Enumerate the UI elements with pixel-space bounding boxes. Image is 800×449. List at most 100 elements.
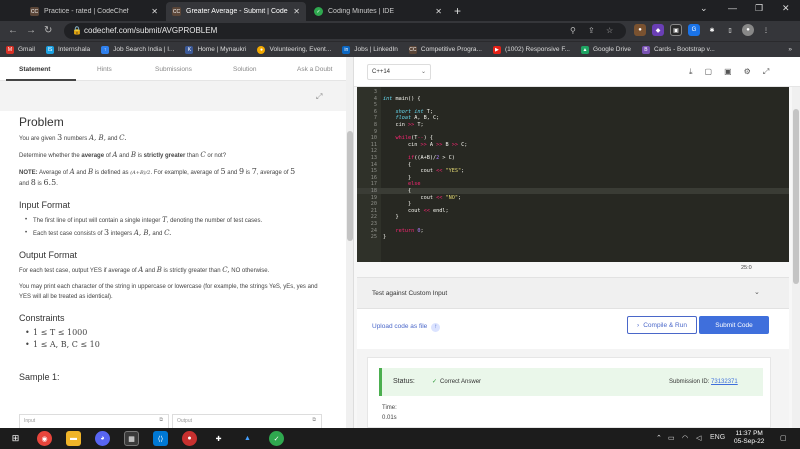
cookie-extension-icon[interactable]: ● — [634, 24, 646, 36]
copy-icon[interactable]: ⧉ — [312, 417, 316, 423]
clock[interactable]: 11:37 PM 05-Sep-22 — [734, 430, 764, 446]
bookmark-volunteering[interactable]: ● Volunteering, Event... — [257, 45, 331, 54]
code-text: cin >> A >> B >> C; — [383, 141, 468, 148]
fullscreen-icon[interactable]: ⤢ — [763, 67, 769, 77]
tab-hints[interactable]: Hints — [97, 66, 112, 73]
back-arrow-icon[interactable]: ← — [8, 25, 18, 36]
volume-icon[interactable]: ◁ — [696, 434, 701, 442]
app-cross-icon[interactable]: ✚ — [211, 431, 226, 446]
comment-icon[interactable]: ▢ — [705, 67, 713, 77]
math: C. — [164, 229, 172, 237]
fraction: (A+B)/2 — [130, 170, 151, 176]
code-editor[interactable]: 3 4 int main() {5 6 short int T; 7 float A, … — [357, 87, 789, 262]
code-line: 9 — [357, 129, 789, 135]
window-close-icon[interactable]: ✕ — [782, 3, 790, 14]
zoom-icon[interactable]: ⚲ — [570, 26, 576, 35]
code-line: 6 short int T; — [357, 109, 789, 115]
extension-icon[interactable]: G — [688, 24, 700, 36]
bookmark-bootstrap[interactable]: B Cards - Bootstrap v... — [641, 45, 715, 54]
close-icon[interactable]: ✕ — [293, 7, 300, 16]
expand-icon[interactable]: ⤢ — [316, 92, 322, 102]
address-bar[interactable]: 🔒 codechef.com/submit/AVGPROBLEM ⚲ ⇪ ☆ — [64, 23, 626, 39]
tab-solution[interactable]: Solution — [233, 66, 257, 73]
coding-minutes-icon[interactable]: ✓ — [269, 431, 284, 446]
reload-icon[interactable]: ↻ — [44, 25, 52, 36]
sample-input-label: Input — [24, 418, 36, 424]
close-icon[interactable]: ✕ — [151, 7, 158, 16]
app-red-icon[interactable]: ● — [182, 431, 197, 446]
share-icon[interactable]: ⇪ — [588, 26, 595, 35]
editor-pane-scrollbar[interactable] — [792, 87, 800, 428]
bookmark-job-search[interactable]: ↑ Job Search India | I... — [101, 45, 174, 54]
puzzle-icon[interactable]: ✱ — [706, 24, 718, 36]
text: , denoting the number of test cases. — [166, 218, 263, 224]
tab-statement[interactable]: Statement — [19, 66, 50, 73]
scrollbar-thumb[interactable] — [793, 109, 799, 284]
minimize-icon[interactable]: — — [728, 3, 737, 13]
language-select[interactable]: C++14 ⌄ — [367, 64, 431, 80]
wifi-icon[interactable]: ◠ — [682, 434, 688, 442]
tab-submissions[interactable]: Submissions — [155, 66, 192, 73]
compile-run-button[interactable]: › Compile & Run — [627, 316, 697, 334]
battery-icon[interactable]: ▭ — [668, 434, 675, 442]
bookmark-google-drive[interactable]: ▲ Google Drive — [581, 45, 631, 54]
line-number: 16 — [370, 174, 377, 181]
save-icon[interactable]: ▣ — [724, 67, 732, 77]
problem-scrollbar[interactable] — [346, 57, 353, 428]
store-icon[interactable]: ▦ — [124, 431, 139, 446]
sidebar-icon[interactable]: ▯ — [724, 24, 736, 36]
editor-pane: C++14 ⌄ ⤓ ▢ ▣ ⚙ ⤢ 3 4 int main() {5 6 short… — [354, 57, 800, 428]
line-number: 23 — [370, 221, 377, 227]
submit-code-button[interactable]: Submit Code — [699, 316, 769, 334]
bookmark-linkedin[interactable]: in Jobs | LinkedIn — [342, 45, 398, 54]
code-text: cout << "NO"; — [383, 194, 462, 201]
star-icon[interactable]: ☆ — [606, 26, 613, 35]
discord-icon[interactable]: ◕ — [95, 431, 110, 446]
line-number: 11 — [370, 141, 377, 148]
bookmark-label: Internshala — [57, 46, 91, 53]
more-vert-icon[interactable]: ⋮ — [760, 24, 772, 36]
bookmark-internshala[interactable]: IS Internshala — [45, 45, 91, 54]
code-text: } — [383, 214, 399, 221]
restore-icon[interactable]: ❐ — [755, 3, 763, 14]
tab-coding-minutes[interactable]: ✓ Coding Minutes | IDE ✕ — [308, 2, 448, 21]
bookmark-label: Cards - Bootstrap v... — [653, 46, 715, 53]
vscode-icon[interactable]: ⟨⟩ — [153, 431, 168, 446]
bookmark-youtube[interactable]: ▶ (1002) Responsive F... — [492, 45, 570, 54]
editor-actions: ⤓ ▢ ▣ ⚙ ⤢ — [689, 67, 769, 77]
sample-heading: Sample 1: — [19, 372, 60, 382]
bookmark-gmail[interactable]: M Gmail — [6, 45, 35, 54]
chevron-up-icon[interactable]: ⌃ — [656, 434, 662, 442]
app-triangle-icon[interactable]: ▲ — [240, 431, 255, 446]
more-bookmarks-icon[interactable]: » — [788, 46, 792, 53]
windows-start-icon[interactable]: ⊞ — [8, 431, 23, 446]
forward-arrow-icon[interactable]: → — [26, 25, 36, 36]
extension-icon[interactable]: ▣ — [670, 24, 682, 36]
mynaukri-icon: K — [185, 45, 194, 54]
tab-greater-average[interactable]: CC Greater Average - Submit | Code ✕ — [166, 2, 306, 21]
bookmark-competitive[interactable]: CC Competitive Progra... — [408, 45, 482, 54]
editor-toolbar: C++14 ⌄ ⤓ ▢ ▣ ⚙ ⤢ — [354, 57, 800, 87]
tab-practice[interactable]: CC Practice - rated | CodeChef ✕ — [24, 2, 164, 21]
file-explorer-icon[interactable]: ▬ — [66, 431, 81, 446]
custom-input-toggle[interactable]: Test against Custom Input ⌄ — [357, 277, 789, 309]
code-line: 5 — [357, 102, 789, 108]
cursor-position: 25:0 — [741, 265, 752, 271]
language-indicator[interactable]: ENG — [710, 434, 725, 441]
submission-id-link[interactable]: 73132371 — [711, 379, 738, 385]
upload-code-link[interactable]: Upload code as file ↑ — [372, 323, 441, 332]
download-icon[interactable]: ⤓ — [689, 67, 693, 77]
bookmark-mynaukri[interactable]: K Home | Mynaukri — [185, 45, 246, 54]
new-tab-icon[interactable]: + — [454, 4, 461, 18]
copy-icon[interactable]: ⧉ — [159, 417, 163, 423]
chrome-icon[interactable]: ◉ — [37, 431, 52, 446]
tab-ask-a-doubt[interactable]: Ask a Doubt — [297, 66, 332, 73]
close-icon[interactable]: ✕ — [435, 7, 442, 16]
scrollbar-thumb[interactable] — [347, 131, 353, 241]
chevron-down-icon[interactable]: ⌄ — [700, 3, 708, 14]
gear-icon[interactable]: ⚙ — [744, 67, 751, 77]
result-area: Status: ✓ Correct Answer Submission ID: 7… — [357, 349, 789, 428]
extension-icon[interactable]: ◆ — [652, 24, 664, 36]
notification-icon[interactable]: ▢ — [780, 434, 787, 442]
avatar[interactable]: ● — [742, 24, 754, 36]
